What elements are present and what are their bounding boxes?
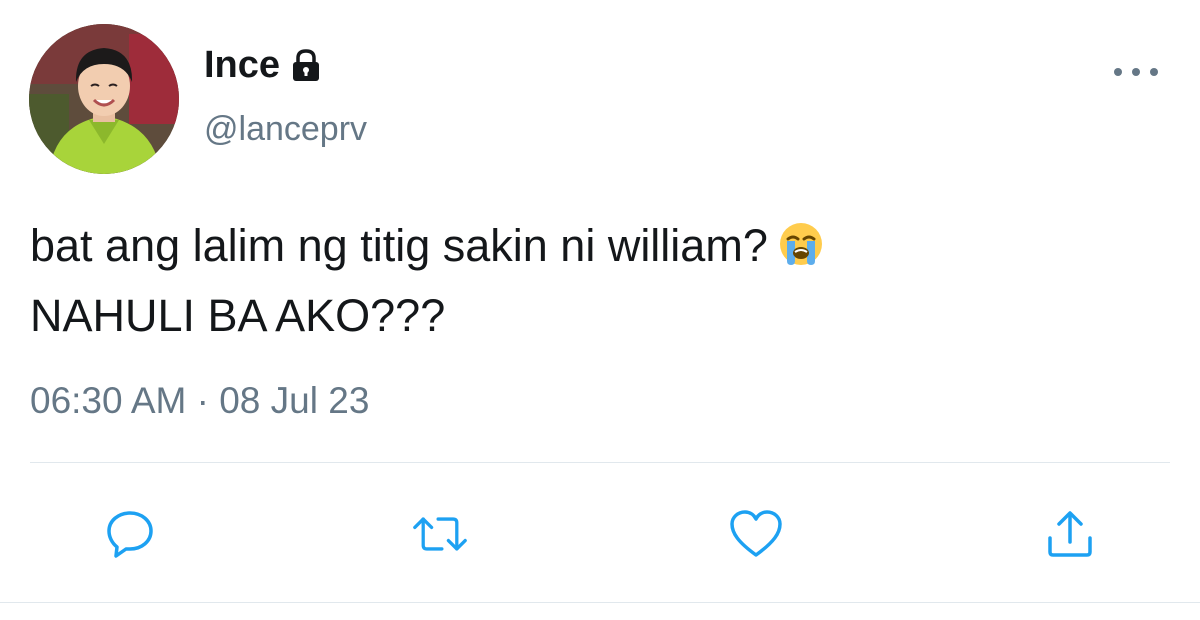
retweet-icon <box>413 517 467 551</box>
user-handle[interactable]: @lanceprv <box>204 110 367 149</box>
display-name[interactable]: Ince <box>204 42 324 88</box>
bottom-divider <box>0 602 1200 603</box>
tweet-text-line-2: NAHULI BA AKO??? <box>30 290 446 341</box>
tweet-text-line-1: bat ang lalim ng titig sakin ni william? <box>30 214 1160 284</box>
tweet-timestamp[interactable]: 06:30 AM · 08 Jul 23 <box>30 380 369 422</box>
meta-separator: · <box>196 380 209 421</box>
loudly-crying-face-icon <box>778 220 824 284</box>
retweet-button[interactable] <box>412 506 468 562</box>
tweet-text: bat ang lalim ng titig sakin ni william?… <box>30 214 1160 348</box>
more-options-icon <box>1114 68 1122 76</box>
more-options-button[interactable] <box>1114 58 1158 86</box>
avatar[interactable] <box>29 24 179 174</box>
divider <box>30 462 1170 463</box>
share-button[interactable] <box>1042 506 1098 562</box>
reply-button[interactable] <box>102 506 158 562</box>
display-name-text: Ince <box>204 43 281 86</box>
share-icon <box>1048 511 1092 557</box>
tweet-time: 06:30 AM <box>30 380 187 421</box>
tweet-date: 08 Jul 23 <box>219 380 370 421</box>
lock-icon <box>288 47 324 83</box>
reply-icon <box>107 511 153 558</box>
heart-icon <box>730 510 782 557</box>
like-button[interactable] <box>728 506 784 562</box>
